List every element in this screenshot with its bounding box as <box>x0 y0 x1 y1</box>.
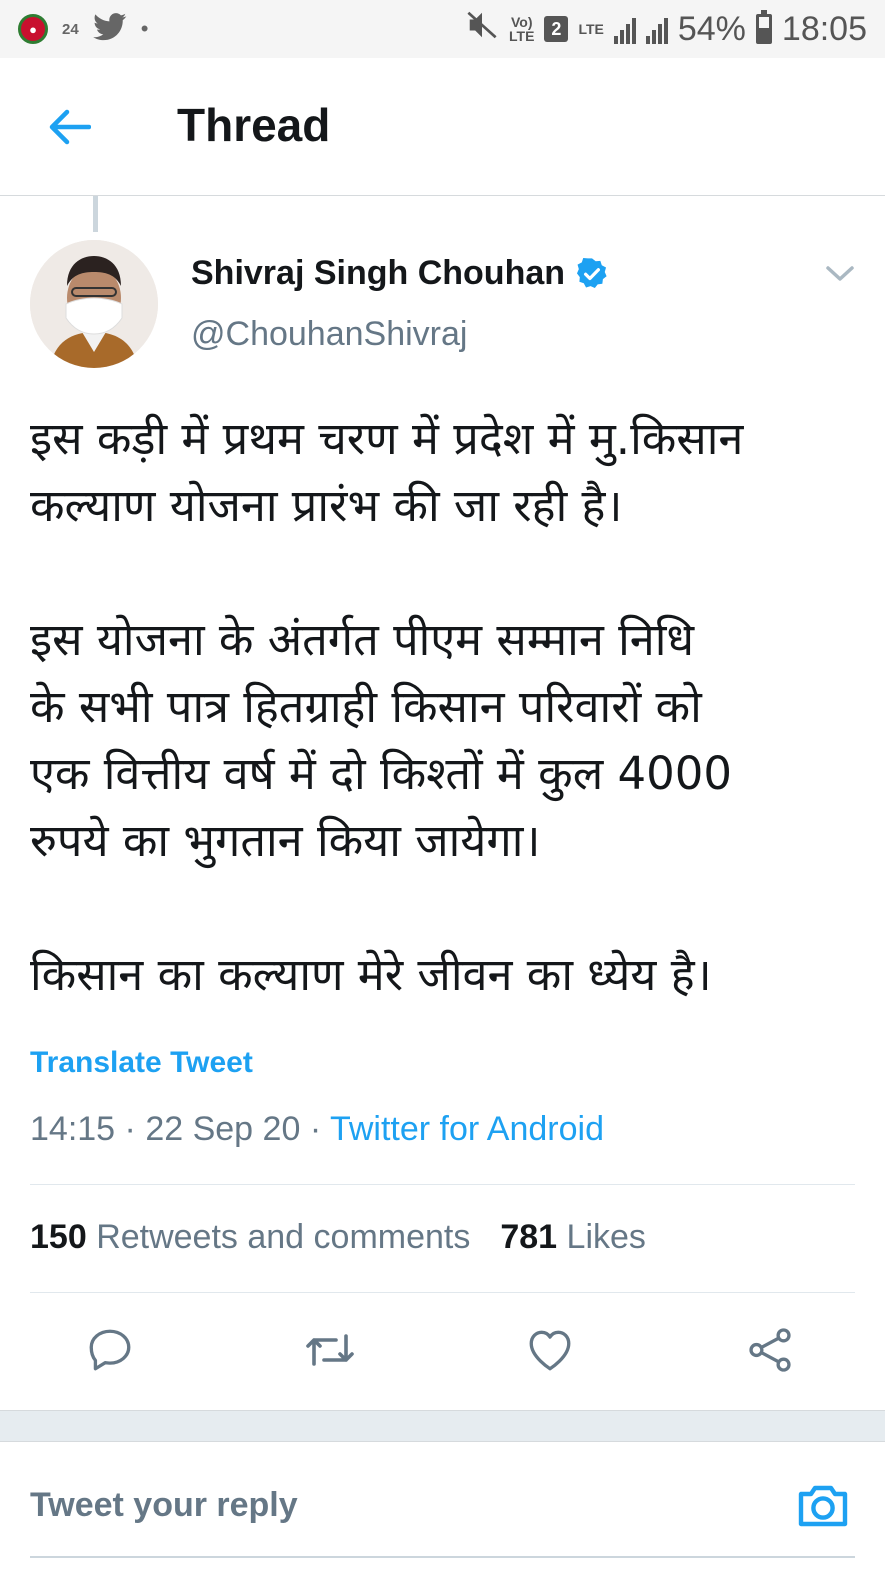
mute-icon <box>465 10 499 49</box>
roaming-signal-icon <box>645 14 668 44</box>
camera-button[interactable] <box>795 1478 851 1534</box>
reply-input-underline <box>30 1556 855 1558</box>
camera-icon <box>798 1485 848 1527</box>
reply-icon <box>89 1329 131 1371</box>
sim-slot-badge: 2 <box>544 16 569 42</box>
notification-dot: • <box>140 16 149 41</box>
retweets-label: Retweets and comments <box>96 1218 471 1256</box>
author-name[interactable]: Shivraj Singh Chouhan <box>191 254 609 293</box>
avatar[interactable] <box>30 240 158 368</box>
translate-tweet-link[interactable]: Translate Tweet <box>30 1046 253 1080</box>
likes-count: 781 <box>500 1218 558 1256</box>
tweet-text: इस कड़ी में प्रथम चरण में प्रदेश में मु.… <box>30 405 870 1008</box>
reply-input[interactable]: Tweet your reply <box>30 1486 298 1525</box>
tweet-stats: 150 Retweets and comments 781 Likes <box>30 1218 646 1257</box>
status-bar: ● 24 • Vo) LTE 2 LTE 54% 18:05 <box>0 0 885 58</box>
retweets-stat[interactable]: 150 Retweets and comments <box>30 1218 470 1257</box>
author-name-text: Shivraj Singh Chouhan <box>191 254 566 292</box>
tweet-line: किसान का कल्याण मेरे जीवन का ध्येय है। <box>30 948 712 1001</box>
tweet-line: इस कड़ी में प्रथम चरण में प्रदेश में मु.… <box>30 412 744 465</box>
like-icon <box>529 1330 571 1371</box>
tweet-line: रुपये का भुगतान किया जायेगा। <box>30 814 541 867</box>
battery-percent: 54% <box>677 9 746 48</box>
tweet-line: के सभी पात्र हितग्राही किसान परिवारों को <box>30 680 702 733</box>
signal-strength-icon <box>613 14 636 44</box>
author-handle[interactable]: @ChouhanShivraj <box>191 315 467 354</box>
tweet-actions <box>0 1320 885 1390</box>
thread-connector-line <box>93 196 98 232</box>
likes-label: Likes <box>566 1218 646 1256</box>
arrow-left-icon <box>49 109 91 145</box>
tweet-line: इस योजना के अंतर्गत पीएम सम्मान निधि <box>30 613 695 666</box>
thread-header: Thread <box>0 58 885 196</box>
clock: 18:05 <box>781 9 867 48</box>
back-button[interactable] <box>44 102 94 152</box>
verified-badge-icon <box>577 257 607 288</box>
app-notification-icon: ● <box>18 14 48 44</box>
like-button[interactable] <box>520 1320 580 1380</box>
reply-button[interactable] <box>80 1320 140 1380</box>
meta-separator: · <box>309 1110 330 1148</box>
retweet-icon <box>306 1334 354 1366</box>
divider <box>30 1184 855 1185</box>
volte-indicator: Vo) LTE <box>509 14 535 44</box>
share-button[interactable] <box>740 1320 800 1380</box>
divider <box>30 1292 855 1293</box>
tweet-time: 14:15 <box>30 1110 116 1148</box>
tweet-source-link[interactable]: Twitter for Android <box>330 1110 604 1148</box>
tweet-metadata: 14:15 · 22 Sep 20 · Twitter for Android <box>30 1110 604 1149</box>
chevron-down-icon <box>826 266 854 281</box>
likes-stat[interactable]: 781 Likes <box>500 1218 646 1257</box>
retweets-count: 150 <box>30 1218 87 1256</box>
battery-icon <box>755 10 772 44</box>
tweet-date: 22 Sep 20 <box>145 1110 301 1148</box>
reply-composer: Tweet your reply <box>0 1442 885 1573</box>
share-icon <box>749 1328 791 1372</box>
page-title: Thread <box>177 99 331 151</box>
tweet-line: एक वित्तीय वर्ष में दो किश्तों में कुल 4… <box>30 747 733 800</box>
notification-count: 24 <box>62 20 79 38</box>
network-type: LTE <box>578 21 604 37</box>
tweet-line: कल्याण योजना प्रारंभ की जा रही है। <box>30 479 623 532</box>
meta-separator: · <box>124 1110 146 1148</box>
tweet-options-button[interactable] <box>822 258 858 288</box>
section-separator <box>0 1410 885 1442</box>
retweet-button[interactable] <box>300 1320 360 1380</box>
twitter-bird-icon <box>92 12 127 46</box>
